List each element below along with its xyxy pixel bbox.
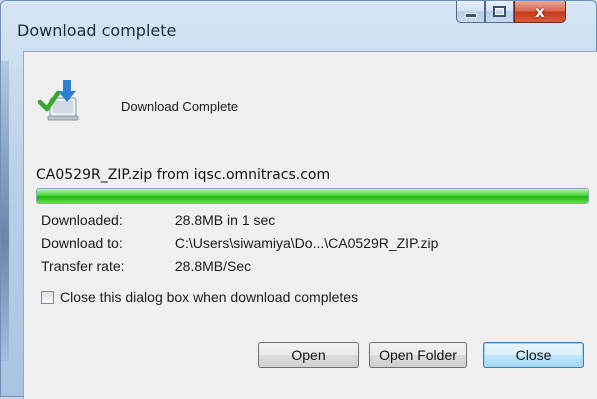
close-icon: x <box>535 2 545 21</box>
dialog-body: Download Complete CA0529R_ZIP.zip from i… <box>23 51 597 399</box>
open-button[interactable]: Open <box>258 342 359 368</box>
caption-buttons: x <box>456 1 566 27</box>
detail-label: Download to: <box>41 235 123 251</box>
detail-value: C:\Users\siwamiya\Do...\CA0529R_ZIP.zip <box>174 235 439 251</box>
detail-label: Transfer rate: <box>41 258 125 274</box>
title-bar[interactable]: Download complete x <box>1 1 597 45</box>
detail-row-downloaded: Downloaded: 28.8MB in 1 sec <box>41 212 275 228</box>
download-dialog-window: Download complete x Download Complete CA… <box>0 0 597 399</box>
window-title: Download complete <box>17 21 177 40</box>
minimize-icon <box>464 13 477 18</box>
maximize-icon <box>493 6 506 17</box>
open-folder-button[interactable]: Open Folder <box>369 342 467 368</box>
detail-row-download-to: Download to: C:\Users\siwamiya\Do...\CA0… <box>41 235 438 251</box>
minimize-button[interactable] <box>456 1 485 23</box>
detail-label: Downloaded: <box>41 212 123 228</box>
close-on-complete-option[interactable]: Close this dialog box when download comp… <box>41 289 358 305</box>
download-check-icon <box>37 80 79 121</box>
close-on-complete-checkbox[interactable] <box>41 290 54 304</box>
progress-fill <box>37 189 588 203</box>
detail-value: 28.8MB/Sec <box>174 258 252 274</box>
download-progress-bar <box>36 188 589 204</box>
maximize-button[interactable] <box>485 1 514 23</box>
close-button[interactable]: Close <box>483 342 584 368</box>
file-source-label: CA0529R_ZIP.zip from iqsc.omnitracs.com <box>36 167 331 183</box>
close-on-complete-label: Close this dialog box when download comp… <box>60 289 359 305</box>
close-window-button[interactable]: x <box>514 1 566 23</box>
header-message: Download Complete <box>121 99 239 114</box>
window-edge-shadow <box>1 61 9 361</box>
detail-row-transfer-rate: Transfer rate: 28.8MB/Sec <box>41 258 251 274</box>
detail-value: 28.8MB in 1 sec <box>174 212 276 228</box>
